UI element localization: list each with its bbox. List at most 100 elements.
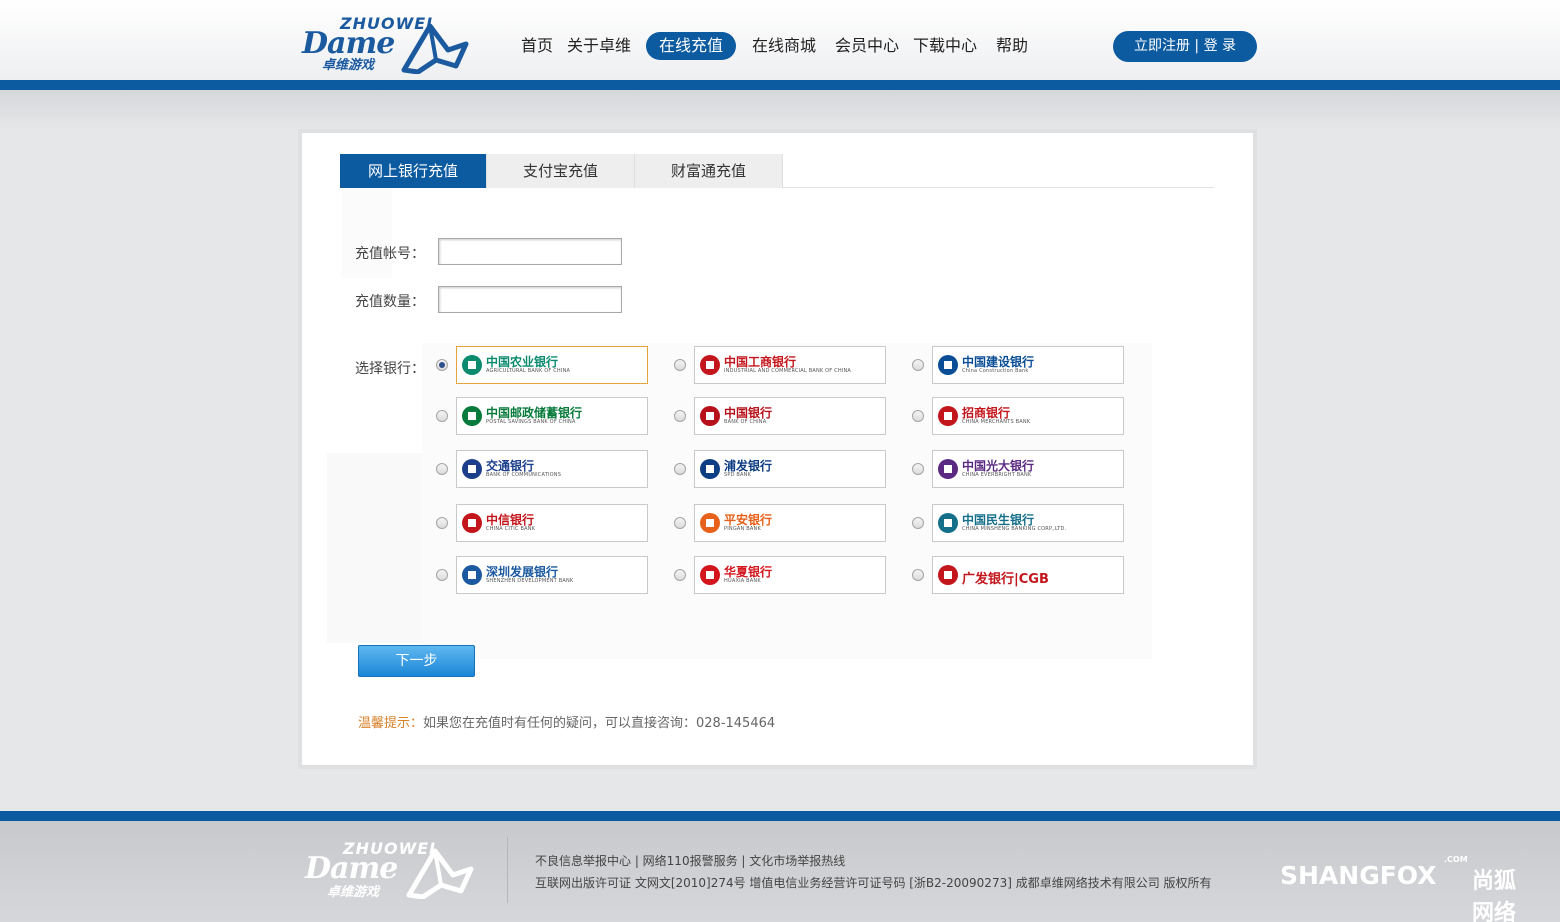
bank-subtitle: AGRICULTURAL BANK OF CHINA (486, 368, 571, 374)
nav-help[interactable]: 帮助 (996, 32, 1028, 60)
bank-logo-icon (938, 513, 958, 533)
bank-radio[interactable] (674, 463, 686, 475)
bank-logo-icon (700, 459, 720, 479)
bank-subtitle: BANK OF COMMUNICATIONS (486, 472, 562, 478)
bank-name: 广发银行|CGB (962, 572, 1049, 587)
bank-radio[interactable] (912, 517, 924, 529)
next-step-button[interactable]: 下一步 (358, 645, 475, 677)
bank-radio[interactable] (436, 517, 448, 529)
bank-option[interactable]: 中国建设银行 China Construction Bank (932, 346, 1124, 384)
bank-option[interactable]: 华夏银行 HUAXIA BANK (694, 556, 886, 594)
bank-grid-background (422, 343, 1152, 659)
footer-accent-bar (0, 811, 1560, 821)
bank-logo-icon (462, 406, 482, 426)
bank-option[interactable]: 平安银行 PINGAN BANK (694, 504, 886, 542)
bank-logo-icon (938, 565, 958, 585)
bank-radio[interactable] (912, 569, 924, 581)
bank-logo-icon (938, 459, 958, 479)
auth-separator: | (1194, 38, 1200, 54)
bank-radio[interactable] (674, 410, 686, 422)
bank-option[interactable]: 中国工商银行 INDUSTRIAL AND COMMERCIAL BANK OF … (694, 346, 886, 384)
bank-radio[interactable] (674, 359, 686, 371)
amount-input[interactable] (438, 286, 622, 313)
tip-text: 如果您在充值时有任何的疑问，可以直接咨询：028-145464 (423, 716, 776, 731)
bank-subtitle: SHENZHEN DEVELOPMENT BANK (486, 578, 574, 584)
bank-radio[interactable] (912, 410, 924, 422)
register-link[interactable]: 立即注册 (1134, 38, 1190, 54)
bank-subtitle: CHINA EVERBRIGHT BANK (962, 472, 1032, 478)
nav-about[interactable]: 关于卓维 (567, 32, 631, 60)
bank-logo-icon (462, 513, 482, 533)
bank-subtitle: POSTAL SAVINGS BANK OF CHINA (486, 419, 576, 425)
bank-subtitle: CHINA MINSHENG BANKING CORP.,LTD. (962, 526, 1067, 532)
bank-radio[interactable] (674, 517, 686, 529)
shangfox-name: SHANGFOX (1280, 861, 1437, 890)
site-footer: ZHUOWEI Dame 卓维游戏 不良信息举报中心 | 网络110报警服务 |… (0, 821, 1560, 922)
shangfox-brand: .COM SHANGFOX 尚狐网络 (1280, 855, 1530, 922)
bank-option[interactable]: 交通银行 BANK OF COMMUNICATIONS (456, 450, 648, 488)
footer-logo-wordmark-cn: 卓维游戏 (327, 885, 380, 900)
bank-subtitle: China Construction Bank (962, 368, 1029, 374)
footer-copyright: 互联网出版许可证 文网文[2010]274号 增值电信业务经营许可证号码 [浙B… (535, 876, 1212, 890)
bank-option[interactable]: 中信银行 CHINA CITIC BANK (456, 504, 648, 542)
bank-radio[interactable] (912, 463, 924, 475)
bank-logo-icon (938, 355, 958, 375)
bank-subtitle: CHINA CITIC BANK (486, 526, 536, 532)
bank-subtitle: CHINA MERCHANTS BANK (962, 419, 1031, 425)
bank-logo-icon (462, 355, 482, 375)
tab-online-bank[interactable]: 网上银行充值 (340, 154, 487, 188)
bank-option[interactable]: 中国邮政储蓄银行 POSTAL SAVINGS BANK OF CHINA (456, 397, 648, 435)
tip-label: 温馨提示： (358, 716, 424, 731)
logo-emblem-icon (401, 23, 469, 74)
tab-alipay[interactable]: 支付宝充值 (487, 154, 635, 188)
nav-online-recharge[interactable]: 在线充值 (646, 32, 737, 60)
account-input[interactable] (438, 238, 622, 265)
bank-radio[interactable] (436, 463, 448, 475)
bank-option[interactable]: 深圳发展银行 SHENZHEN DEVELOPMENT BANK (456, 556, 648, 594)
bank-option[interactable]: 中国银行 BANK OF CHINA (694, 397, 886, 435)
shangfox-cn: 尚狐网络 (1472, 869, 1517, 922)
bank-radio[interactable] (674, 569, 686, 581)
nav-download-center[interactable]: 下载中心 (913, 32, 977, 60)
background-panel (342, 188, 392, 278)
tip-line: 温馨提示：如果您在充值时有任何的疑问，可以直接咨询：028-145464 (358, 712, 775, 731)
bank-subtitle: SPD BANK (724, 472, 752, 478)
bank-option[interactable]: 中国民生银行 CHINA MINSHENG BANKING CORP.,LTD. (932, 504, 1124, 542)
tab-tenpay[interactable]: 财富通充值 (635, 154, 783, 188)
shangfox-com: .COM (1444, 855, 1468, 864)
bank-radio[interactable] (436, 359, 448, 371)
bank-logo-icon (700, 513, 720, 533)
footer-logo-emblem-icon (406, 848, 474, 899)
header-accent-bar (0, 80, 1560, 90)
bank-radio[interactable] (912, 359, 924, 371)
nav-home[interactable]: 首页 (521, 32, 553, 60)
footer-logo: ZHUOWEI Dame 卓维游戏 (303, 839, 479, 901)
bank-option[interactable]: 招商银行 CHINA MERCHANTS BANK (932, 397, 1124, 435)
bank-radio[interactable] (436, 410, 448, 422)
nav-member-center[interactable]: 会员中心 (835, 32, 899, 60)
site-header: ZHUOWEI Dame 卓维游戏 首页 关于卓维 在线充值 在线商城 会员中心… (0, 0, 1560, 80)
background-panel (327, 453, 422, 643)
amount-label: 充值数量： (355, 294, 425, 310)
footer-links[interactable]: 不良信息举报中心 | 网络110报警服务 | 文化市场举报热线 (535, 852, 845, 869)
site-logo[interactable]: ZHUOWEI Dame 卓维游戏 (300, 14, 472, 74)
bank-logo-icon (462, 459, 482, 479)
header-shadow (0, 90, 1560, 130)
bank-logo-icon (938, 406, 958, 426)
account-label: 充值帐号： (355, 246, 425, 262)
bank-option[interactable]: 浦发银行 SPD BANK (694, 450, 886, 488)
nav-online-mall[interactable]: 在线商城 (752, 32, 816, 60)
bank-option[interactable]: 广发银行|CGB (932, 556, 1124, 594)
bank-logo-icon (462, 565, 482, 585)
logo-wordmark-cn: 卓维游戏 (322, 58, 375, 73)
bank-logo-icon (700, 355, 720, 375)
bank-subtitle: HUAXIA BANK (724, 578, 761, 584)
footer-divider (507, 837, 508, 903)
recharge-panel: 网上银行充值 支付宝充值 财富通充值 充值帐号： 充值数量： 选择银行： 中国农… (298, 129, 1257, 769)
bank-option[interactable]: 中国光大银行 CHINA EVERBRIGHT BANK (932, 450, 1124, 488)
bank-option[interactable]: 中国农业银行 AGRICULTURAL BANK OF CHINA (456, 346, 648, 384)
login-link[interactable]: 登 录 (1204, 38, 1236, 54)
auth-pill: 立即注册 | 登 录 (1113, 31, 1257, 62)
bank-logo-icon (700, 406, 720, 426)
bank-radio[interactable] (436, 569, 448, 581)
